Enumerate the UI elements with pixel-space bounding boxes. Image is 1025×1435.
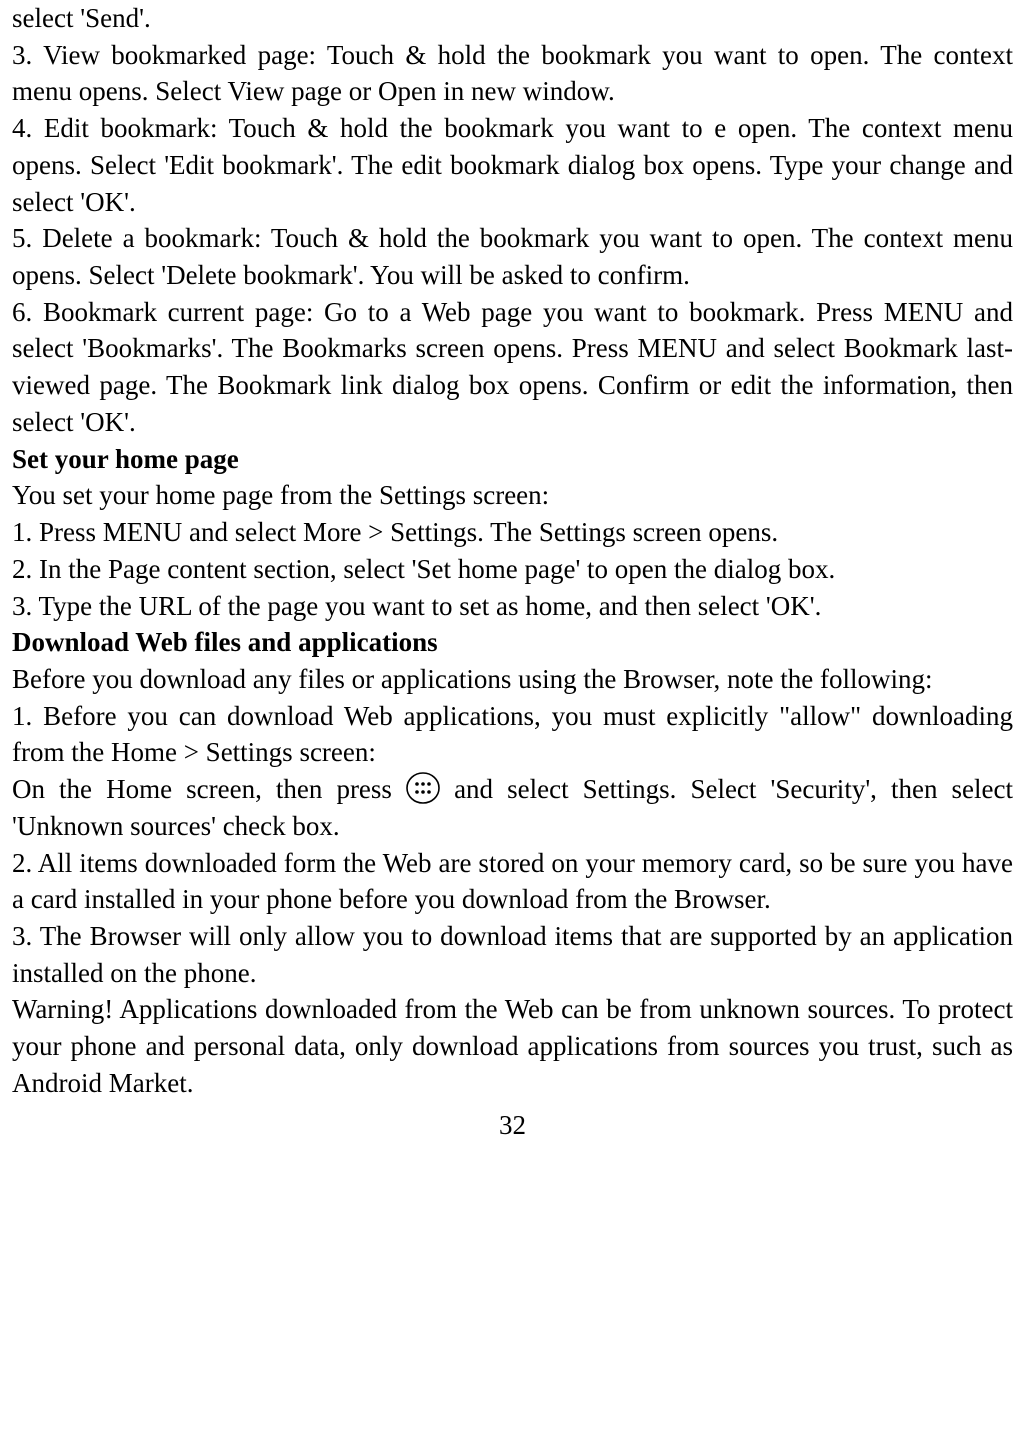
list-item-download-1: 1. Before you can download Web applicati…	[12, 698, 1013, 771]
paragraph-apps-icon-line: On the Home screen, then press and selec…	[12, 771, 1013, 844]
document-page: select 'Send'. 3. View bookmarked page: …	[0, 0, 1025, 1161]
heading-set-home-page: Set your home page	[12, 441, 1013, 478]
list-item-home-2: 2. In the Page content section, select '…	[12, 551, 1013, 588]
apps-icon	[406, 771, 440, 805]
paragraph-send-fragment: select 'Send'.	[12, 0, 1013, 37]
list-item-download-2: 2. All items downloaded form the Web are…	[12, 845, 1013, 918]
paragraph-home-intro: You set your home page from the Settings…	[12, 477, 1013, 514]
paragraph-warning: Warning! Applications downloaded from th…	[12, 991, 1013, 1101]
list-item-home-1: 1. Press MENU and select More > Settings…	[12, 514, 1013, 551]
list-item-home-3: 3. Type the URL of the page you want to …	[12, 588, 1013, 625]
paragraph-edit-bookmark: 4. Edit bookmark: Touch & hold the bookm…	[12, 110, 1013, 220]
heading-download-web-files: Download Web files and applications	[12, 624, 1013, 661]
list-item-download-3: 3. The Browser will only allow you to do…	[12, 918, 1013, 991]
paragraph-bookmark-current: 6. Bookmark current page: Go to a Web pa…	[12, 294, 1013, 441]
text-before-icon: On the Home screen, then press	[12, 774, 406, 804]
paragraph-delete-bookmark: 5. Delete a bookmark: Touch & hold the b…	[12, 220, 1013, 293]
page-number: 32	[12, 1110, 1013, 1141]
paragraph-download-intro: Before you download any files or applica…	[12, 661, 1013, 698]
paragraph-view-bookmarked: 3. View bookmarked page: Touch & hold th…	[12, 37, 1013, 110]
